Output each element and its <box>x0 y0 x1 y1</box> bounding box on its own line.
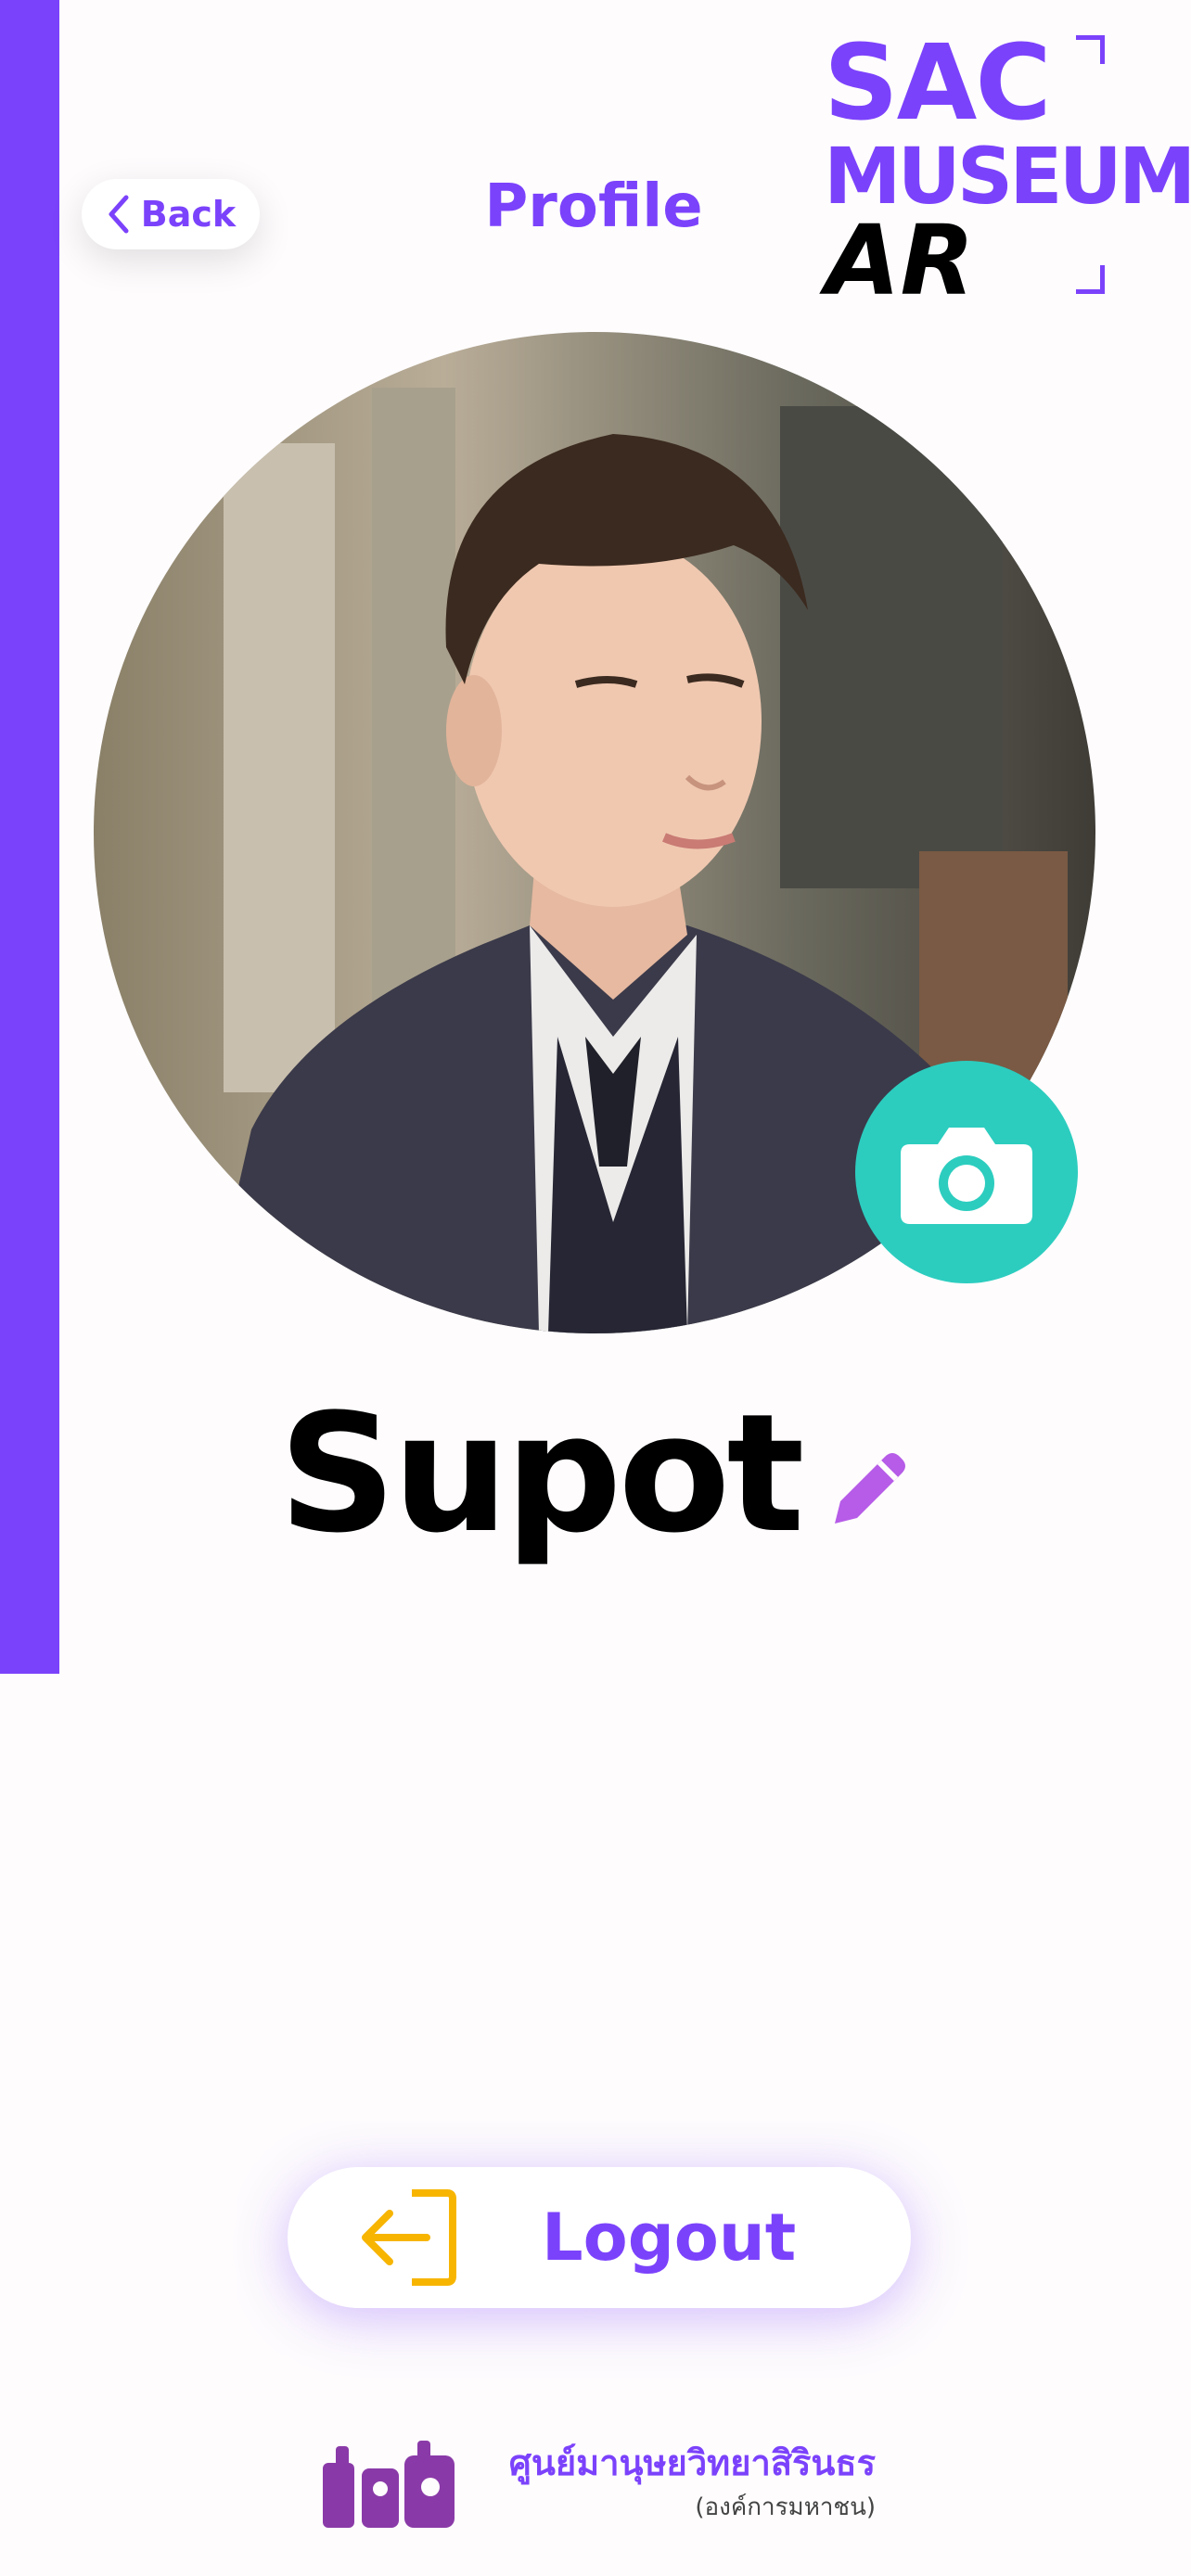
page-title: Profile <box>484 172 703 241</box>
logo-line-1: SAC <box>824 23 1052 144</box>
chevron-left-icon <box>109 195 129 234</box>
user-name: Supot <box>278 1379 804 1569</box>
pencil-icon[interactable] <box>827 1446 913 1531</box>
camera-icon <box>901 1128 1032 1224</box>
logout-button[interactable]: Logout <box>288 2167 911 2308</box>
logout-label: Logout <box>542 2200 797 2276</box>
logout-icon <box>362 2189 456 2286</box>
app-logo: SAC MUSEUM AR <box>820 23 1191 312</box>
change-photo-button[interactable] <box>855 1061 1078 1283</box>
logo-corner-top-right <box>1076 35 1105 64</box>
organization-logo-icon <box>323 2441 455 2528</box>
logo-corner-bottom-right <box>1076 265 1105 294</box>
organization-subtitle: (องค์การมหาชน) <box>695 2493 876 2521</box>
back-button[interactable]: Back <box>82 179 260 249</box>
profile-name-row: Supot <box>0 1382 1191 1567</box>
back-button-label: Back <box>140 194 237 235</box>
logo-line-3: AR <box>826 204 975 317</box>
organization-name: ศูนย์มานุษยวิทยาสิรินธร <box>508 2442 876 2483</box>
